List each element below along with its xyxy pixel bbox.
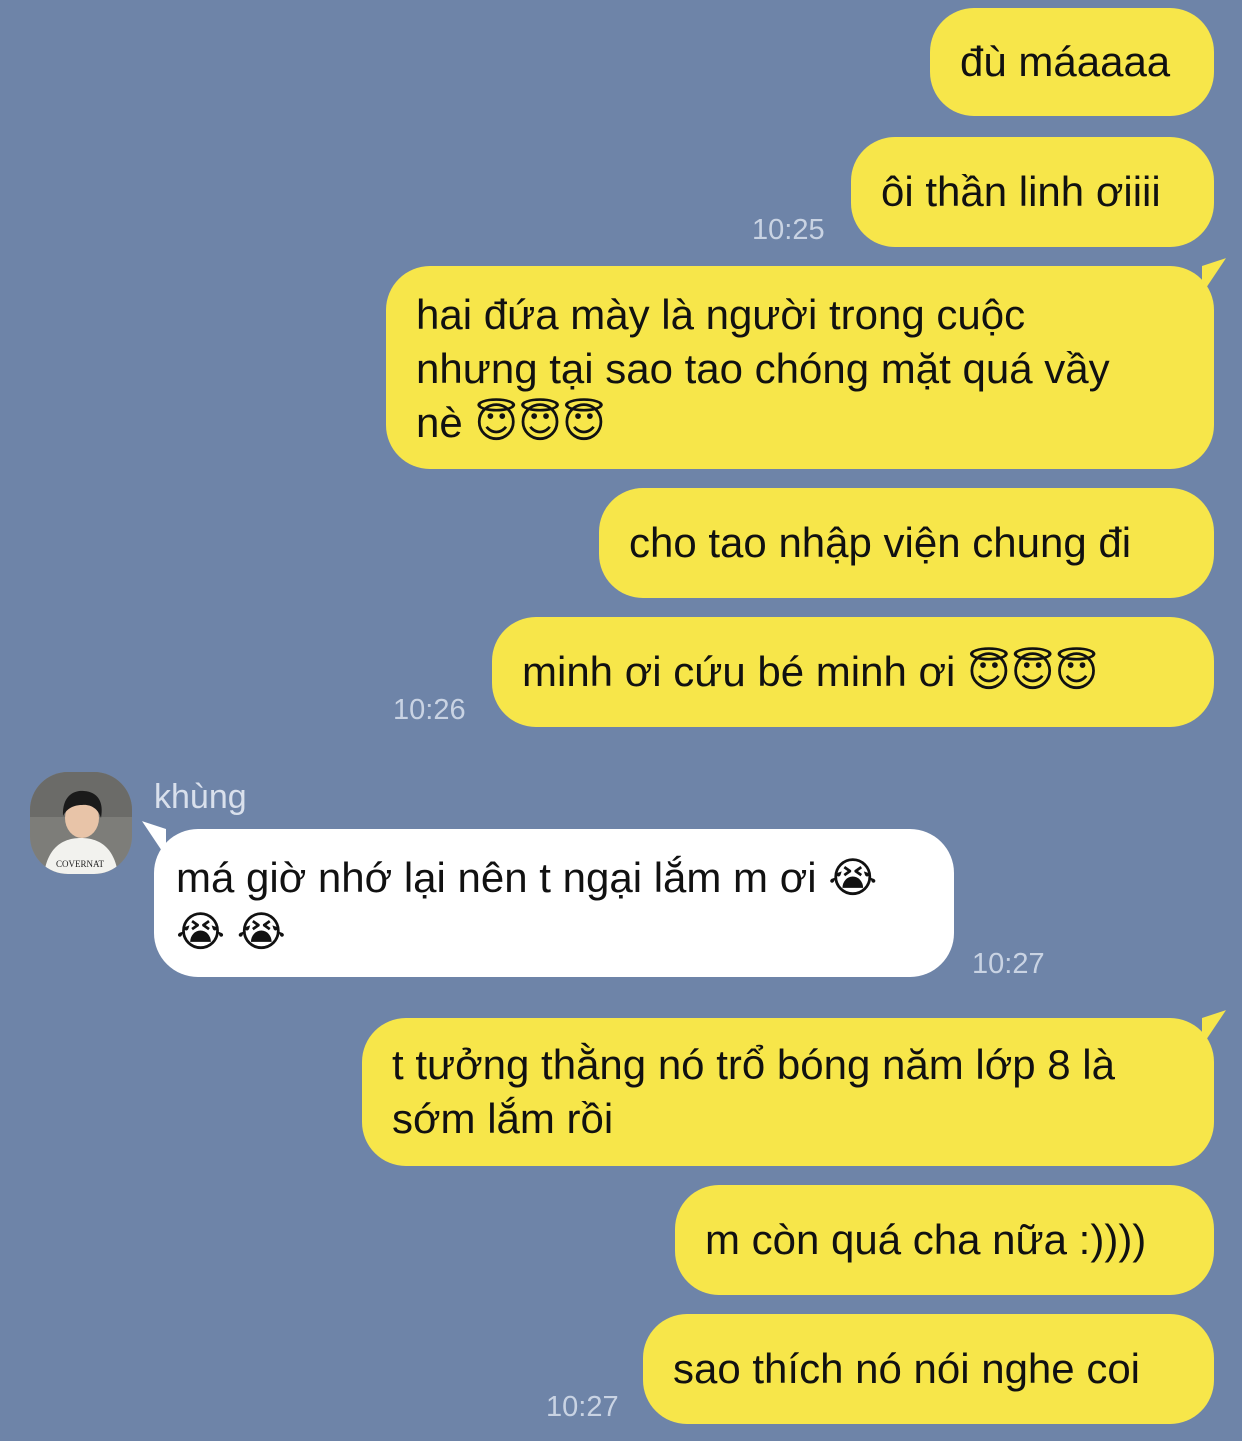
message-bubble-received[interactable]: má giờ nhớ lại nên t ngại lắm m ơi 😭 😭 😭 xyxy=(154,829,954,977)
message-bubble-sent[interactable]: cho tao nhập viện chung đi xyxy=(599,488,1214,598)
message-bubble-sent[interactable]: t tưởng thằng nó trổ bóng năm lớp 8 là s… xyxy=(362,1018,1214,1166)
message-line: hai đứa mày là người trong cuộc xyxy=(416,291,1026,338)
message-line: nhưng tại sao tao chóng mặt quá vầy xyxy=(416,345,1110,392)
message-bubble-sent[interactable]: m còn quá cha nữa :)))) xyxy=(675,1185,1214,1295)
avatar-shirt-text: COVERNAT xyxy=(56,859,105,869)
message-text: đù máaaaa xyxy=(960,38,1171,85)
message-text: minh ơi cứu bé minh ơi 😇😇😇 xyxy=(522,648,1099,695)
message-text: ôi thần linh ơiiii xyxy=(881,168,1161,215)
message-line: 😭 😭 xyxy=(176,908,286,955)
message-bubble-sent[interactable]: sao thích nó nói nghe coi xyxy=(643,1314,1214,1424)
avatar-image: COVERNAT xyxy=(30,772,132,874)
sender-name: khùng xyxy=(154,778,247,816)
message-bubble-sent[interactable]: minh ơi cứu bé minh ơi 😇😇😇 xyxy=(492,617,1214,727)
message-timestamp: 10:27 xyxy=(972,948,1045,980)
message-line: sớm lắm rồi xyxy=(392,1095,614,1142)
message-text: sao thích nó nói nghe coi xyxy=(673,1345,1141,1392)
message-bubble-sent[interactable]: hai đứa mày là người trong cuộc nhưng tạ… xyxy=(386,266,1214,469)
message-line: nè 😇😇😇 xyxy=(416,399,606,446)
message-bubble-sent[interactable]: ôi thần linh ơiiii xyxy=(851,137,1214,247)
message-line: má giờ nhớ lại nên t ngại lắm m ơi 😭 xyxy=(176,854,878,901)
message-line: t tưởng thằng nó trổ bóng năm lớp 8 là xyxy=(392,1041,1115,1088)
message-timestamp: 10:26 xyxy=(393,694,466,726)
message-text: m còn quá cha nữa :)))) xyxy=(705,1216,1147,1263)
message-text: cho tao nhập viện chung đi xyxy=(629,519,1132,566)
message-timestamp: 10:25 xyxy=(752,214,825,246)
contact-avatar[interactable]: COVERNAT xyxy=(30,772,132,874)
message-timestamp: 10:27 xyxy=(546,1391,619,1423)
message-bubble-sent[interactable]: đù máaaaa xyxy=(930,8,1214,116)
